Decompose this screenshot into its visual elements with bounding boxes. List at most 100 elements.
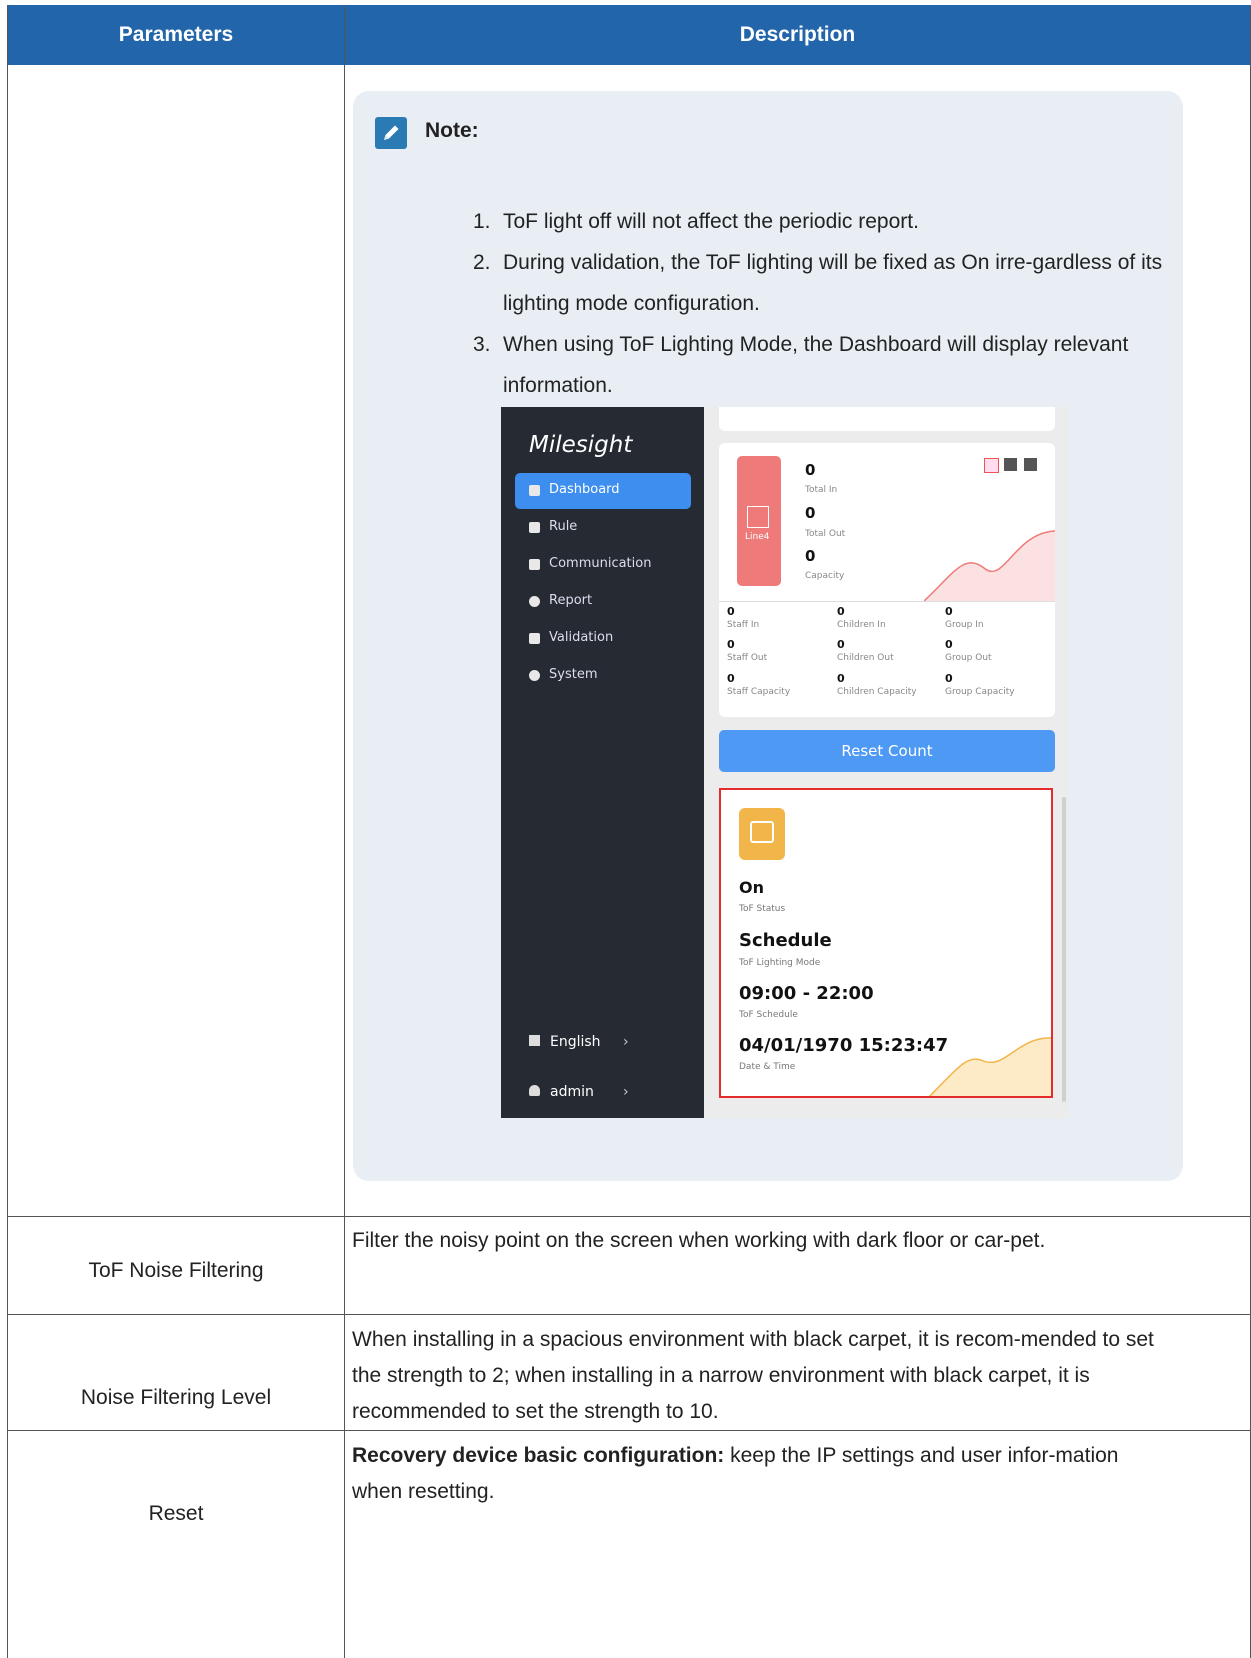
column-divider — [344, 5, 345, 1658]
note-list: 1. ToF light off will not affect the per… — [473, 201, 1163, 406]
milesight-logo: Milesight — [529, 432, 633, 458]
card-divider — [719, 601, 1055, 602]
tof-status-card: On ToF Status Schedule ToF Lighting Mode… — [719, 788, 1053, 1098]
schedule-value: 09:00 - 22:00 — [739, 983, 874, 1004]
line-label: Line4 — [745, 532, 770, 542]
tof-status-value: On — [739, 878, 764, 897]
sidebar-item-rule[interactable]: Rule — [515, 510, 691, 546]
group-out-value: 0 — [945, 638, 953, 651]
table-header: Parameters Description — [8, 5, 1250, 65]
children-out-value: 0 — [837, 638, 845, 651]
sidebar-item-label: Report — [549, 593, 593, 608]
note-item: 1. ToF light off will not affect the per… — [473, 201, 1163, 242]
schedule-label: ToF Schedule — [739, 1010, 798, 1020]
note-item: 2. During validation, the ToF lighting w… — [473, 242, 1163, 324]
total-in-value: 0 — [805, 461, 816, 479]
note-item-text: During validation, the ToF lighting will… — [503, 251, 1163, 315]
total-in-label: Total In — [805, 485, 838, 495]
capacity-label: Capacity — [805, 571, 845, 581]
staff-out-value: 0 — [727, 638, 735, 651]
user-label: admin — [550, 1084, 594, 1100]
total-out-value: 0 — [805, 504, 816, 522]
note-item-number: 3. — [473, 333, 491, 356]
sidebar-item-communication[interactable]: Communication — [515, 547, 691, 583]
door-icon — [747, 506, 769, 528]
children-in-label: Children In — [837, 620, 886, 630]
sidebar-item-label: Rule — [549, 519, 578, 534]
sidebar-item-label: Communication — [549, 556, 652, 571]
desc-tof-noise-filtering: Filter the noisy point on the screen whe… — [352, 1229, 1046, 1252]
children-in-value: 0 — [837, 605, 845, 618]
pie-chart-icon — [529, 596, 540, 607]
header-parameters: Parameters — [118, 23, 234, 46]
lighting-mode-label: ToF Lighting Mode — [739, 958, 821, 968]
staff-in-label: Staff In — [727, 620, 760, 630]
param-tof-noise-filtering: ToF Noise Filtering — [88, 1259, 264, 1282]
datetime-value: 04/01/1970 15:23:47 — [739, 1035, 949, 1056]
sidebar-item-label: Dashboard — [549, 482, 620, 497]
trend-chart-red — [924, 530, 1055, 601]
staff-in-value: 0 — [727, 605, 735, 618]
note-item-text: When using ToF Lighting Mode, the Dashbo… — [503, 333, 1129, 397]
tof-chart-icon — [739, 808, 785, 860]
group-capacity-value: 0 — [945, 672, 953, 685]
top-card-edge — [719, 407, 1055, 431]
language-selector[interactable]: English › — [529, 1034, 629, 1050]
tof-status-label: ToF Status — [739, 904, 786, 914]
sidebar-item-system[interactable]: System — [515, 658, 691, 694]
total-out-label: Total Out — [805, 529, 846, 539]
mode-icon-3[interactable] — [1024, 458, 1037, 471]
desc-reset: Recovery device basic configuration: kee… — [352, 1438, 1172, 1510]
note-item-number: 2. — [473, 251, 491, 274]
children-capacity-value: 0 — [837, 672, 845, 685]
note-item: 3. When using ToF Lighting Mode, the Das… — [473, 324, 1163, 406]
counting-card: Line4 0 Total In 0 Total Out 0 Capacity … — [719, 443, 1055, 717]
validation-icon — [529, 633, 540, 644]
group-out-label: Group Out — [945, 653, 992, 663]
datetime-label: Date & Time — [739, 1062, 796, 1072]
sidebar-item-dashboard[interactable]: Dashboard — [515, 473, 691, 509]
line-badge: Line4 — [737, 456, 781, 586]
trend-chart-orange — [928, 1037, 1051, 1096]
staff-capacity-value: 0 — [727, 672, 735, 685]
row-divider — [8, 1430, 1250, 1431]
pencil-icon — [375, 117, 407, 149]
children-capacity-label: Children Capacity — [837, 687, 917, 697]
note-title: Note: — [425, 119, 479, 142]
desc-noise-filtering-level: When installing in a spacious environmen… — [352, 1328, 1154, 1423]
sidebar: Milesight Dashboard Rule Communication R… — [501, 407, 704, 1118]
mode-icon-2[interactable] — [1004, 458, 1017, 471]
dashboard-icon — [529, 485, 540, 496]
dashboard-screenshot: Milesight Dashboard Rule Communication R… — [501, 407, 1069, 1118]
sidebar-item-label: Validation — [549, 630, 614, 645]
lighting-mode-value: Schedule — [739, 930, 832, 951]
header-description: Description — [739, 23, 856, 46]
mode-icon-1[interactable] — [984, 458, 999, 473]
rule-icon — [529, 522, 540, 533]
language-label: English — [550, 1034, 601, 1050]
sidebar-item-report[interactable]: Report — [515, 584, 691, 620]
param-noise-filtering-level: Noise Filtering Level — [80, 1386, 272, 1409]
group-in-label: Group In — [945, 620, 984, 630]
row-divider — [8, 1314, 1250, 1315]
scrollbar[interactable] — [1062, 797, 1066, 1102]
language-icon — [529, 1035, 540, 1046]
group-in-value: 0 — [945, 605, 953, 618]
user-menu[interactable]: admin › — [529, 1084, 629, 1100]
sidebar-item-label: System — [549, 667, 598, 682]
capacity-value: 0 — [805, 547, 816, 565]
note-item-number: 1. — [473, 210, 491, 233]
note-box: Note: 1. ToF light off will not affect t… — [353, 91, 1183, 1181]
chevron-right-icon: › — [623, 1034, 629, 1050]
staff-capacity-label: Staff Capacity — [727, 687, 791, 697]
sidebar-item-validation[interactable]: Validation — [515, 621, 691, 657]
row-divider — [8, 1216, 1250, 1217]
reset-count-button[interactable]: Reset Count — [719, 730, 1055, 772]
staff-out-label: Staff Out — [727, 653, 768, 663]
desc-reset-bold: Recovery device basic configuration: — [352, 1444, 725, 1467]
note-item-text: ToF light off will not affect the period… — [503, 210, 919, 233]
user-icon — [529, 1085, 540, 1096]
children-out-label: Children Out — [837, 653, 894, 663]
communication-icon — [529, 559, 540, 570]
gear-icon — [529, 670, 540, 681]
